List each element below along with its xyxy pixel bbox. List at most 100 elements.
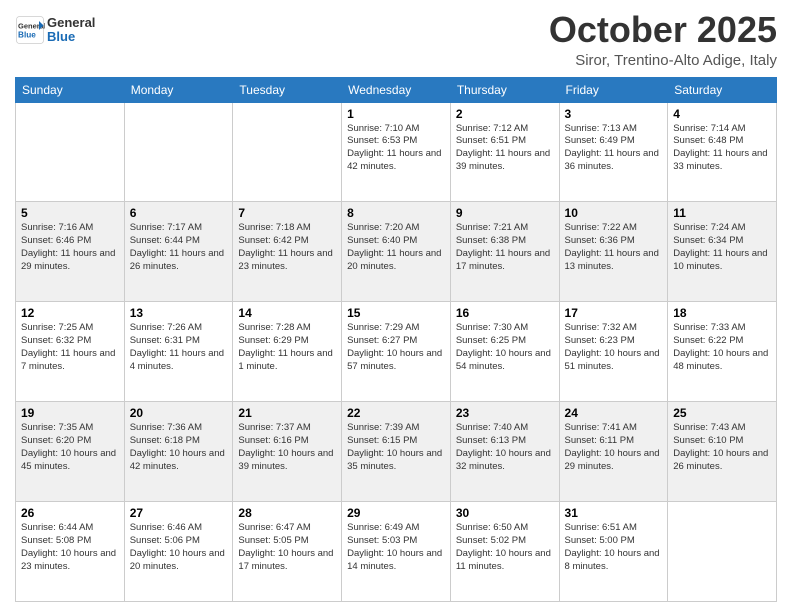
calendar-cell: 15Sunrise: 7:29 AMSunset: 6:27 PMDayligh… <box>342 302 451 402</box>
day-info: Sunrise: 7:14 AMSunset: 6:48 PMDaylight:… <box>673 123 771 174</box>
day-number: 21 <box>238 406 336 420</box>
day-info: Sunrise: 7:30 AMSunset: 6:25 PMDaylight:… <box>456 322 554 373</box>
week-row-4: 19 Sunrise: 7:35 AMSunset: 6:20 PMDayligh… <box>16 402 777 502</box>
calendar-cell: 2 Sunrise: 7:12 AMSunset: 6:51 PMDaylight… <box>450 102 559 202</box>
day-number: 11 <box>673 206 771 220</box>
calendar-cell: 10 Sunrise: 7:22 AMSunset: 6:36 PMDayligh… <box>559 202 668 302</box>
calendar-cell <box>233 102 342 202</box>
day-number: 30 <box>456 506 554 520</box>
day-number: 7 <box>238 206 336 220</box>
calendar-cell: 8 Sunrise: 7:20 AMSunset: 6:40 PMDaylight… <box>342 202 451 302</box>
day-number: 2 <box>456 107 554 121</box>
day-info: Sunrise: 6:46 AMSunset: 5:06 PMDaylight:… <box>130 522 228 573</box>
calendar-page: General Blue General Blue October 2025 S… <box>0 0 792 612</box>
day-number: 13 <box>130 306 228 320</box>
day-number: 14 <box>238 306 336 320</box>
calendar-cell: 16 Sunrise: 7:30 AMSunset: 6:25 PMDayligh… <box>450 302 559 402</box>
day-number: 28 <box>238 506 336 520</box>
day-info: Sunrise: 7:10 AMSunset: 6:53 PMDaylight:… <box>347 123 445 174</box>
day-number: 31 <box>565 506 663 520</box>
calendar-cell: 23Sunrise: 7:40 AMSunset: 6:13 PMDayligh… <box>450 402 559 502</box>
calendar-cell: 26 Sunrise: 6:44 AMSunset: 5:08 PMDayligh… <box>16 502 125 602</box>
calendar-cell: 13 Sunrise: 7:26 AMSunset: 6:31 PMDayligh… <box>124 302 233 402</box>
logo-blue-text: Blue <box>47 30 95 44</box>
header: General Blue General Blue October 2025 S… <box>15 10 777 69</box>
calendar-cell: 11 Sunrise: 7:24 AMSunset: 6:34 PMDayligh… <box>668 202 777 302</box>
day-info: Sunrise: 7:35 AMSunset: 6:20 PMDaylight:… <box>21 422 119 473</box>
calendar-cell: 18 Sunrise: 7:33 AMSunset: 6:22 PMDayligh… <box>668 302 777 402</box>
day-number: 9 <box>456 206 554 220</box>
svg-text:Blue: Blue <box>18 31 36 40</box>
calendar-cell: 25Sunrise: 7:43 AMSunset: 6:10 PMDayligh… <box>668 402 777 502</box>
day-info: Sunrise: 7:22 AMSunset: 6:36 PMDaylight:… <box>565 222 663 273</box>
day-number: 1 <box>347 107 445 121</box>
day-info: Sunrise: 7:18 AMSunset: 6:42 PMDaylight:… <box>238 222 336 273</box>
day-number: 10 <box>565 206 663 220</box>
day-number: 16 <box>456 306 554 320</box>
day-number: 23 <box>456 406 554 420</box>
day-number: 6 <box>130 206 228 220</box>
day-info: Sunrise: 6:44 AMSunset: 5:08 PMDaylight:… <box>21 522 119 573</box>
day-info: Sunrise: 7:33 AMSunset: 6:22 PMDaylight:… <box>673 322 771 373</box>
day-number: 8 <box>347 206 445 220</box>
day-number: 26 <box>21 506 119 520</box>
month-title: October 2025 <box>549 10 777 50</box>
col-wednesday: Wednesday <box>342 77 451 102</box>
day-number: 17 <box>565 306 663 320</box>
day-info: Sunrise: 7:13 AMSunset: 6:49 PMDaylight:… <box>565 123 663 174</box>
day-info: Sunrise: 7:26 AMSunset: 6:31 PMDaylight:… <box>130 322 228 373</box>
day-number: 19 <box>21 406 119 420</box>
week-row-5: 26 Sunrise: 6:44 AMSunset: 5:08 PMDayligh… <box>16 502 777 602</box>
day-info: Sunrise: 7:39 AMSunset: 6:15 PMDaylight:… <box>347 422 445 473</box>
day-number: 3 <box>565 107 663 121</box>
week-row-1: 1 Sunrise: 7:10 AMSunset: 6:53 PMDaylight… <box>16 102 777 202</box>
col-thursday: Thursday <box>450 77 559 102</box>
day-number: 18 <box>673 306 771 320</box>
week-row-2: 5Sunrise: 7:16 AMSunset: 6:46 PMDaylight… <box>16 202 777 302</box>
logo-icon: General Blue <box>15 15 45 45</box>
header-row: Sunday Monday Tuesday Wednesday Thursday… <box>16 77 777 102</box>
logo: General Blue General Blue <box>15 10 95 45</box>
logo-general-text: General <box>47 16 95 30</box>
day-info: Sunrise: 7:21 AMSunset: 6:38 PMDaylight:… <box>456 222 554 273</box>
calendar-cell: 1 Sunrise: 7:10 AMSunset: 6:53 PMDaylight… <box>342 102 451 202</box>
day-info: Sunrise: 7:37 AMSunset: 6:16 PMDaylight:… <box>238 422 336 473</box>
week-row-3: 12Sunrise: 7:25 AMSunset: 6:32 PMDayligh… <box>16 302 777 402</box>
calendar-cell: 6 Sunrise: 7:17 AMSunset: 6:44 PMDaylight… <box>124 202 233 302</box>
calendar-cell: 31 Sunrise: 6:51 AMSunset: 5:00 PMDayligh… <box>559 502 668 602</box>
calendar-cell: 3 Sunrise: 7:13 AMSunset: 6:49 PMDaylight… <box>559 102 668 202</box>
calendar-cell <box>124 102 233 202</box>
calendar-cell: 30 Sunrise: 6:50 AMSunset: 5:02 PMDayligh… <box>450 502 559 602</box>
calendar-cell: 7 Sunrise: 7:18 AMSunset: 6:42 PMDaylight… <box>233 202 342 302</box>
day-number: 5 <box>21 206 119 220</box>
calendar-cell <box>668 502 777 602</box>
day-info: Sunrise: 6:47 AMSunset: 5:05 PMDaylight:… <box>238 522 336 573</box>
day-info: Sunrise: 7:25 AMSunset: 6:32 PMDaylight:… <box>21 322 119 373</box>
day-info: Sunrise: 7:28 AMSunset: 6:29 PMDaylight:… <box>238 322 336 373</box>
day-number: 27 <box>130 506 228 520</box>
calendar-cell: 4Sunrise: 7:14 AMSunset: 6:48 PMDaylight… <box>668 102 777 202</box>
calendar-cell: 28 Sunrise: 6:47 AMSunset: 5:05 PMDayligh… <box>233 502 342 602</box>
day-number: 24 <box>565 406 663 420</box>
day-number: 22 <box>347 406 445 420</box>
day-info: Sunrise: 7:17 AMSunset: 6:44 PMDaylight:… <box>130 222 228 273</box>
day-info: Sunrise: 7:20 AMSunset: 6:40 PMDaylight:… <box>347 222 445 273</box>
day-info: Sunrise: 7:36 AMSunset: 6:18 PMDaylight:… <box>130 422 228 473</box>
day-info: Sunrise: 7:12 AMSunset: 6:51 PMDaylight:… <box>456 123 554 174</box>
calendar-cell: 5Sunrise: 7:16 AMSunset: 6:46 PMDaylight… <box>16 202 125 302</box>
day-info: Sunrise: 6:49 AMSunset: 5:03 PMDaylight:… <box>347 522 445 573</box>
day-info: Sunrise: 7:32 AMSunset: 6:23 PMDaylight:… <box>565 322 663 373</box>
calendar-cell: 19 Sunrise: 7:35 AMSunset: 6:20 PMDayligh… <box>16 402 125 502</box>
calendar-cell: 29Sunrise: 6:49 AMSunset: 5:03 PMDayligh… <box>342 502 451 602</box>
calendar-cell: 17 Sunrise: 7:32 AMSunset: 6:23 PMDayligh… <box>559 302 668 402</box>
day-info: Sunrise: 6:50 AMSunset: 5:02 PMDaylight:… <box>456 522 554 573</box>
calendar-table: Sunday Monday Tuesday Wednesday Thursday… <box>15 77 777 602</box>
calendar-cell: 22 Sunrise: 7:39 AMSunset: 6:15 PMDayligh… <box>342 402 451 502</box>
day-info: Sunrise: 6:51 AMSunset: 5:00 PMDaylight:… <box>565 522 663 573</box>
calendar-cell: 12Sunrise: 7:25 AMSunset: 6:32 PMDayligh… <box>16 302 125 402</box>
calendar-cell: 20Sunrise: 7:36 AMSunset: 6:18 PMDayligh… <box>124 402 233 502</box>
day-info: Sunrise: 7:41 AMSunset: 6:11 PMDaylight:… <box>565 422 663 473</box>
day-info: Sunrise: 7:24 AMSunset: 6:34 PMDaylight:… <box>673 222 771 273</box>
calendar-cell: 27 Sunrise: 6:46 AMSunset: 5:06 PMDayligh… <box>124 502 233 602</box>
calendar-cell: 14 Sunrise: 7:28 AMSunset: 6:29 PMDayligh… <box>233 302 342 402</box>
